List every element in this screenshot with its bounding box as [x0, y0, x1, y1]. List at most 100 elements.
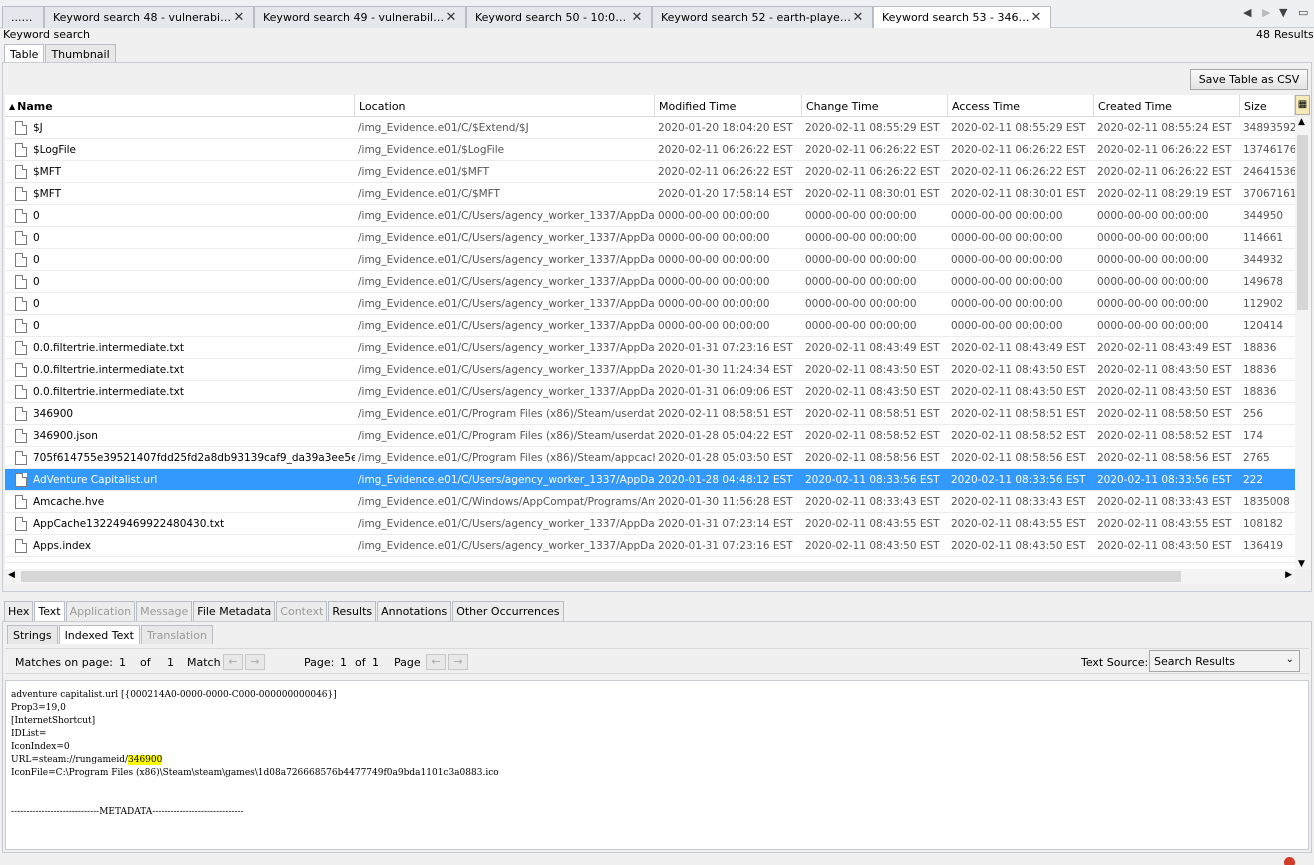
table-row[interactable]: 0/img_Evidence.e01/C/Users/agency_worker…	[5, 249, 1295, 271]
cell-access: 2020-02-11 08:43:50 EST	[951, 540, 1086, 552]
table-row[interactable]: $LogFile/img_Evidence.e01/$LogFile 2020-0…	[5, 139, 1295, 161]
table-row[interactable]: $MFT/img_Evidence.e01/$MFT 2020-02-11 06:…	[5, 161, 1295, 183]
cell-name: 0	[5, 315, 355, 337]
indexed-text-content[interactable]: adventure capitalist.url [{000214A0-0000…	[5, 680, 1309, 850]
cell-name: $LogFile	[5, 139, 355, 161]
prev-match-button[interactable]: ←	[223, 649, 243, 675]
table-row[interactable]: 0/img_Evidence.e01/C/Users/agency_worker…	[5, 271, 1295, 293]
column-header-access[interactable]: Access Time	[948, 95, 1094, 117]
tab-2[interactable]: Keyword search 49 - vulnerabilitie... ✕	[254, 6, 466, 28]
tab-hex[interactable]: Hex	[4, 601, 34, 621]
match-label: Match	[187, 655, 221, 669]
scroll-left-icon[interactable]: ◀	[1243, 6, 1251, 19]
tab-file-metadata[interactable]: File Metadata	[193, 601, 276, 621]
table-row[interactable]: 0.0.filtertrie.intermediate.txt/img_Evid…	[5, 381, 1295, 403]
scroll-up-icon[interactable]: ▲	[1298, 117, 1305, 127]
column-header-location[interactable]: Location	[355, 95, 655, 117]
cell-name: Amcache.hve	[5, 491, 355, 513]
tab-3[interactable]: Keyword search 50 - 10:04:19 ✕	[466, 6, 652, 28]
cell-location: /img_Evidence.e01/$LogFile	[358, 144, 505, 156]
table-row[interactable]: $J/img_Evidence.e01/C/$Extend/$J 2020-01-…	[5, 117, 1295, 139]
table-row[interactable]: 346900.json/img_Evidence.e01/C/Program F…	[5, 425, 1295, 447]
next-page-button[interactable]: →	[448, 649, 468, 675]
prev-page-button[interactable]: ←	[426, 649, 446, 675]
column-header-created[interactable]: Created Time	[1094, 95, 1240, 117]
table-row[interactable]: AdVenture Capitalist.url/img_Evidence.e0…	[5, 469, 1295, 491]
cell-created: 2020-02-11 08:33:43 EST	[1097, 496, 1232, 508]
scrollbar-thumb[interactable]	[21, 571, 1181, 582]
close-icon[interactable]: ✕	[631, 10, 643, 25]
scroll-down-icon[interactable]: ▼	[1298, 559, 1305, 569]
scroll-right-icon[interactable]: ▶	[1262, 6, 1270, 19]
restore-icon[interactable]: ▭	[1298, 6, 1308, 19]
tab-annotations[interactable]: Annotations	[377, 601, 452, 621]
scroll-left-icon[interactable]: ◀	[8, 570, 15, 580]
close-icon[interactable]: ✕	[1030, 10, 1042, 25]
close-icon[interactable]: ✕	[233, 10, 245, 25]
column-header-change[interactable]: Change Time	[802, 95, 948, 117]
cell-created: 0000-00-00 00:00:00	[1097, 210, 1209, 222]
tab-0[interactable]: ...iti...	[2, 6, 44, 28]
cell-size: 114661	[1243, 232, 1284, 244]
tab-1[interactable]: Keyword search 48 - vulnerabilitie... ✕	[44, 6, 254, 28]
tab-indexed-text[interactable]: Indexed Text	[58, 625, 140, 644]
tab-text[interactable]: Text	[34, 601, 65, 621]
cell-name: Apps.index	[5, 535, 355, 557]
table-row[interactable]: 705f614755e39521407fdd25fd2a8db93139caf9…	[5, 447, 1295, 469]
cell-location: /img_Evidence.e01/C/$MFT	[358, 188, 500, 200]
table-row[interactable]: 0/img_Evidence.e01/C/Users/agency_worker…	[5, 205, 1295, 227]
tab-thumbnail[interactable]: Thumbnail	[45, 44, 116, 63]
cell-size: 256	[1243, 408, 1264, 420]
next-match-button[interactable]: →	[245, 649, 265, 675]
cell-change: 2020-02-11 08:43:49 EST	[805, 342, 940, 354]
tab-5[interactable]: Keyword search 53 - 346900 ✕	[873, 6, 1051, 28]
cell-location: /img_Evidence.e01/C/Users/agency_worker_…	[358, 276, 655, 288]
table-row[interactable]: 0.0.filtertrie.intermediate.txt/img_Evid…	[5, 337, 1295, 359]
cell-access: 2020-02-11 08:33:43 EST	[951, 496, 1086, 508]
file-icon	[15, 363, 27, 377]
close-icon[interactable]: ✕	[445, 10, 457, 25]
scroll-right-icon[interactable]: ▶	[1285, 570, 1292, 580]
cell-name: 346900.json	[5, 425, 355, 447]
cell-modified: 0000-00-00 00:00:00	[658, 276, 770, 288]
file-icon	[15, 473, 27, 487]
table-row[interactable]: 346900/img_Evidence.e01/C/Program Files …	[5, 403, 1295, 425]
cell-name: 0.0.filtertrie.intermediate.txt	[5, 359, 355, 381]
cell-location: /img_Evidence.e01/C/Users/agency_worker_…	[358, 518, 655, 530]
vertical-scrollbar[interactable]: ▲ ▼	[1295, 117, 1310, 569]
horizontal-scrollbar[interactable]: ◀ ▶	[5, 569, 1295, 584]
tab-other-occurrences[interactable]: Other Occurrences	[452, 601, 564, 621]
matches-label: Matches on page:	[15, 655, 113, 669]
cell-size: 112902	[1243, 298, 1284, 310]
cell-location: /img_Evidence.e01/C/Users/agency_worker_…	[358, 320, 655, 332]
column-chooser-icon[interactable]: ▦	[1295, 95, 1310, 115]
tab-table[interactable]: Table	[4, 44, 45, 63]
chevron-down-icon[interactable]: ▼	[1279, 6, 1287, 19]
table-row[interactable]: Amcache.hve/img_Evidence.e01/C/Windows/A…	[5, 491, 1295, 513]
cell-change: 2020-02-11 08:58:51 EST	[805, 408, 940, 420]
table-row[interactable]: 0/img_Evidence.e01/C/Users/agency_worker…	[5, 315, 1295, 337]
table-row[interactable]: 0/img_Evidence.e01/C/Users/agency_worker…	[5, 293, 1295, 315]
table-row[interactable]: 0.0.filtertrie.intermediate.txt/img_Evid…	[5, 359, 1295, 381]
column-header-modified[interactable]: Modified Time	[655, 95, 802, 117]
cell-change: 0000-00-00 00:00:00	[805, 254, 917, 266]
tab-strings[interactable]: Strings	[7, 625, 58, 644]
table-row[interactable]: Apps.index/img_Evidence.e01/C/Users/agen…	[5, 535, 1295, 557]
table-row[interactable]: 0/img_Evidence.e01/C/Users/agency_worker…	[5, 227, 1295, 249]
table-row[interactable]: AppCache132249469922480430.txt/img_Evide…	[5, 513, 1295, 535]
cell-change: 0000-00-00 00:00:00	[805, 276, 917, 288]
table-row[interactable]: $MFT/img_Evidence.e01/C/$MFT 2020-01-20 1…	[5, 183, 1295, 205]
save-table-csv-button[interactable]: Save Table as CSV	[1190, 69, 1308, 90]
cell-access: 2020-02-11 06:26:22 EST	[951, 166, 1086, 178]
column-header-name[interactable]: ▲ Name	[5, 95, 355, 117]
notification-icon[interactable]	[1284, 857, 1295, 865]
tab-results[interactable]: Results	[328, 601, 377, 621]
close-icon[interactable]: ✕	[852, 10, 864, 25]
scrollbar-thumb[interactable]	[1297, 135, 1308, 310]
tab-4[interactable]: Keyword search 52 - earth-playerda... ✕	[652, 6, 873, 28]
text-source-select[interactable]: Search Results ⌄	[1149, 650, 1300, 672]
page-total: 1	[372, 655, 379, 669]
column-header-size[interactable]: Size	[1240, 95, 1295, 117]
results-count: 48	[1256, 28, 1270, 41]
cell-change: 2020-02-11 08:43:55 EST	[805, 518, 940, 530]
